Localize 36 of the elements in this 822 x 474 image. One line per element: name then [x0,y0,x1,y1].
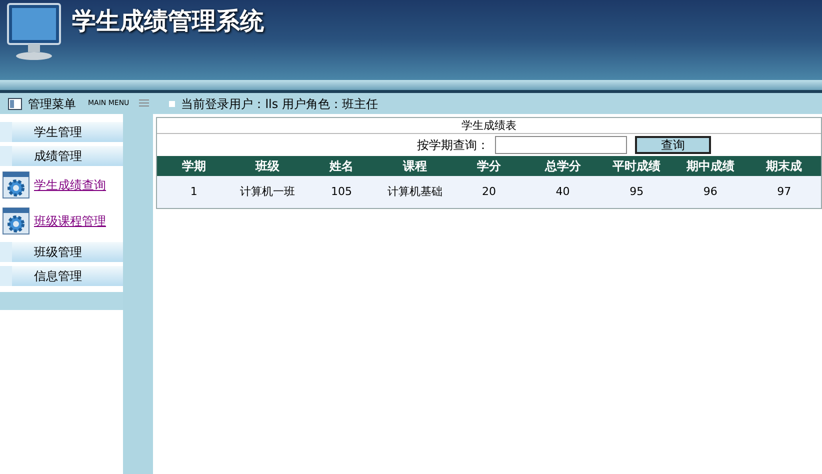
sidebar-item[interactable]: 成绩管理 [0,146,123,166]
table-cell-text: 20 [481,184,498,200]
column-header: 学期 [180,158,207,175]
sidebar-link[interactable]: 学生成绩查询 [34,176,106,194]
sidebar-link[interactable]: 班级课程管理 [34,212,106,230]
column-header: 平时成绩 [612,158,662,175]
table-cell-text: 计算机基础 [386,184,444,200]
column-header: 班级 [254,158,281,175]
sidebar-item[interactable]: 班级管理 [0,242,123,262]
layout-icon [8,98,22,110]
table-title: 学生成绩表 [157,118,821,134]
table-cell-text: 96 [702,184,718,200]
sidebar-item[interactable]: 信息管理 [0,266,123,286]
user-info: 当前登录用户：lls 用户角色：班主任 [181,96,378,112]
table-cell-text: 40 [554,184,571,200]
app-title: 学生成绩管理系统 [72,6,264,37]
table-cell-text: 95 [628,184,645,200]
menu-title: 管理菜单 [28,96,76,112]
gear-icon [2,207,30,235]
column-header: 学分 [476,158,502,175]
table-cell-text: 97 [776,184,792,200]
column-header: 课程 [402,158,428,175]
column-header: 姓名 [328,158,354,175]
search-label: 按学期查询： [417,137,489,154]
list-icon [139,98,150,108]
column-header: 期末成 [765,158,804,175]
table-cell-text: 105 [330,184,353,200]
sidebar-item[interactable]: 学生管理 [0,122,123,142]
search-field[interactable] [495,136,627,154]
table-cell-text: 1 [189,184,198,200]
column-header: 总学分 [544,158,582,175]
gear-icon [2,171,30,199]
table-cell-text: 计算机一班 [239,184,296,200]
bullet-icon [169,100,176,106]
column-header: 期中成绩 [685,158,736,175]
search-button[interactable]: 查询 [635,136,711,154]
